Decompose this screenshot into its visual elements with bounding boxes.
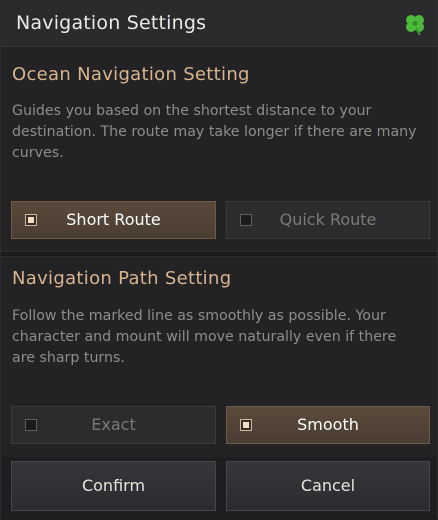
ocean-navigation-description: Guides you based on the shortest distanc…	[12, 103, 417, 161]
smooth-option[interactable]: Smooth	[226, 406, 430, 444]
short-route-option[interactable]: Short Route	[11, 201, 216, 239]
exact-option[interactable]: Exact	[11, 406, 216, 444]
window-title: Navigation Settings	[16, 12, 207, 34]
navigation-settings-window: Navigation Settings Ocean Navigation Set…	[0, 0, 438, 520]
quick-route-label: Quick Route	[279, 210, 377, 229]
cancel-button[interactable]: Cancel	[226, 461, 430, 511]
navigation-path-section: Navigation Path Setting Follow the marke…	[1, 257, 437, 457]
navigation-path-description: Follow the marked line as smoothly as po…	[12, 308, 397, 366]
quick-route-option[interactable]: Quick Route	[226, 201, 430, 239]
navigation-path-title: Navigation Path Setting	[12, 268, 232, 289]
title-bar[interactable]: Navigation Settings	[1, 1, 437, 47]
dialog-footer: Confirm Cancel	[1, 457, 437, 520]
short-route-label: Short Route	[66, 210, 161, 229]
exact-label: Exact	[91, 415, 136, 434]
smooth-label: Smooth	[297, 415, 359, 434]
confirm-button[interactable]: Confirm	[11, 461, 216, 511]
ocean-navigation-title: Ocean Navigation Setting	[12, 64, 250, 85]
ocean-navigation-section: Ocean Navigation Setting Guides you base…	[1, 48, 437, 251]
four-leaf-clover-icon[interactable]	[403, 12, 427, 36]
